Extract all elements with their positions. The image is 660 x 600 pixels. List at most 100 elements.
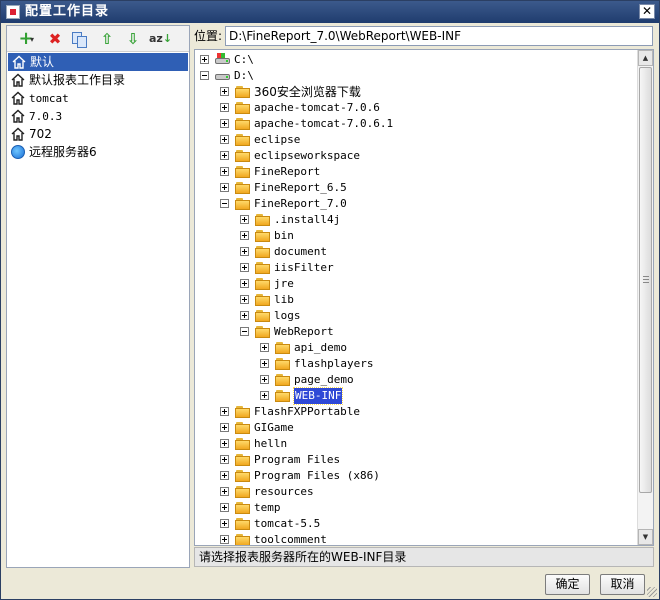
scroll-up-button[interactable]: ▲ bbox=[638, 50, 653, 66]
expand-icon[interactable] bbox=[220, 151, 229, 160]
tree-node[interactable]: 360安全浏览器下载 bbox=[195, 84, 637, 100]
expand-icon[interactable] bbox=[220, 503, 229, 512]
tree-node[interactable]: jre bbox=[195, 276, 637, 292]
collapse-icon[interactable] bbox=[220, 199, 229, 208]
scroll-thumb[interactable] bbox=[639, 67, 652, 493]
expand-icon[interactable] bbox=[240, 279, 249, 288]
tree-node[interactable]: FineReport bbox=[195, 164, 637, 180]
expand-icon[interactable] bbox=[260, 375, 269, 384]
expand-icon[interactable] bbox=[220, 423, 229, 432]
expand-icon[interactable] bbox=[220, 167, 229, 176]
list-item-label: 远程服务器6 bbox=[29, 145, 97, 159]
expand-icon[interactable] bbox=[240, 295, 249, 304]
list-item-tomcat[interactable]: tomcat bbox=[7, 89, 189, 107]
expand-icon[interactable] bbox=[220, 535, 229, 544]
tree-node[interactable]: api_demo bbox=[195, 340, 637, 356]
tree-node[interactable]: eclipse bbox=[195, 132, 637, 148]
tree-node[interactable]: Program Files (x86) bbox=[195, 468, 637, 484]
tree-node[interactable]: C:\ bbox=[195, 52, 637, 68]
tree-node-label: jre bbox=[274, 277, 294, 290]
grip-icon bbox=[643, 276, 649, 283]
list-item-default[interactable]: 默认 bbox=[8, 53, 188, 71]
expand-icon[interactable] bbox=[220, 103, 229, 112]
tree-node[interactable]: helln bbox=[195, 436, 637, 452]
expand-icon[interactable] bbox=[220, 455, 229, 464]
scroll-down-button[interactable]: ▼ bbox=[638, 529, 653, 545]
title-bar[interactable]: 配置工作目录 ✕ bbox=[1, 1, 659, 23]
dropdown-arrow-icon: ▾ bbox=[30, 35, 35, 44]
tree-node-label: bin bbox=[274, 229, 294, 242]
directory-tree[interactable]: C:\ D:\ 360安全浏览器下载 apache-tomcat-7.0.6 apach… bbox=[195, 50, 637, 545]
expand-icon[interactable] bbox=[220, 135, 229, 144]
tree-node[interactable]: apache-tomcat-7.0.6 bbox=[195, 100, 637, 116]
expand-icon[interactable] bbox=[260, 343, 269, 352]
cancel-button[interactable]: 取消 bbox=[600, 574, 645, 595]
tree-node[interactable]: flashplayers bbox=[195, 356, 637, 372]
close-button[interactable]: ✕ bbox=[639, 4, 655, 19]
collapse-icon[interactable] bbox=[200, 71, 209, 80]
tree-node[interactable]: bin bbox=[195, 228, 637, 244]
vertical-scrollbar[interactable]: ▲ ▼ bbox=[637, 50, 653, 545]
tree-node[interactable]: WEB-INF bbox=[195, 387, 637, 405]
dialog-window: 配置工作目录 ✕ + ▾ ✖ ⇧ ⇩ az↓ 默认 默认报表工作目录 tomca… bbox=[0, 0, 660, 600]
move-down-button[interactable]: ⇩ bbox=[123, 29, 143, 49]
expand-icon[interactable] bbox=[220, 87, 229, 96]
collapse-icon[interactable] bbox=[240, 327, 249, 336]
expand-icon[interactable] bbox=[240, 215, 249, 224]
tree-node[interactable]: logs bbox=[195, 308, 637, 324]
move-up-button[interactable]: ⇧ bbox=[97, 29, 117, 49]
list-item-remote-server[interactable]: 远程服务器6 bbox=[7, 143, 189, 161]
ok-button[interactable]: 确定 bbox=[545, 574, 590, 595]
expand-icon[interactable] bbox=[220, 487, 229, 496]
tree-node[interactable]: GIGame bbox=[195, 420, 637, 436]
list-item-label: 7.0.3 bbox=[29, 110, 63, 123]
tree-node[interactable]: eclipseworkspace bbox=[195, 148, 637, 164]
tree-node[interactable]: temp bbox=[195, 500, 637, 516]
expand-icon[interactable] bbox=[220, 439, 229, 448]
tree-node[interactable]: D:\ bbox=[195, 68, 637, 84]
tree-node[interactable]: apache-tomcat-7.0.6.1 bbox=[195, 116, 637, 132]
list-item-default-workdir[interactable]: 默认报表工作目录 bbox=[7, 71, 189, 89]
delete-button[interactable]: ✖ bbox=[45, 29, 65, 49]
list-item-label: 702 bbox=[29, 127, 52, 141]
tree-node[interactable]: tomcat-5.5 bbox=[195, 516, 637, 532]
resize-grip-icon[interactable] bbox=[647, 587, 657, 597]
expand-icon[interactable] bbox=[260, 391, 269, 400]
expand-icon[interactable] bbox=[260, 359, 269, 368]
sort-button[interactable]: az↓ bbox=[149, 29, 172, 49]
home-icon bbox=[11, 91, 25, 105]
tree-node[interactable]: Program Files bbox=[195, 452, 637, 468]
expand-icon[interactable] bbox=[220, 519, 229, 528]
tree-node[interactable]: resources bbox=[195, 484, 637, 500]
tree-node[interactable]: FineReport_6.5 bbox=[195, 180, 637, 196]
expand-icon[interactable] bbox=[240, 231, 249, 240]
copy-button[interactable] bbox=[69, 29, 89, 49]
list-item-label: tomcat bbox=[29, 92, 69, 105]
add-button[interactable]: + ▾ bbox=[13, 29, 39, 49]
list-item-702[interactable]: 702 bbox=[7, 125, 189, 143]
expand-icon[interactable] bbox=[240, 263, 249, 272]
tree-node[interactable]: FlashFXPPortable bbox=[195, 404, 637, 420]
expand-icon[interactable] bbox=[240, 311, 249, 320]
folder-icon bbox=[255, 293, 271, 307]
tree-node-label: logs bbox=[274, 309, 301, 322]
tree-node[interactable]: WebReport bbox=[195, 324, 637, 340]
tree-node[interactable]: FineReport_7.0 bbox=[195, 196, 637, 212]
tree-node[interactable]: .install4j bbox=[195, 212, 637, 228]
location-label: 位置: bbox=[194, 29, 223, 43]
expand-icon[interactable] bbox=[220, 407, 229, 416]
expand-icon[interactable] bbox=[220, 119, 229, 128]
expand-icon[interactable] bbox=[200, 55, 209, 64]
location-field[interactable]: D:\FineReport_7.0\WebReport\WEB-INF bbox=[225, 26, 653, 46]
tree-node[interactable]: document bbox=[195, 244, 637, 260]
arrow-down-icon: ⇩ bbox=[126, 30, 140, 48]
tree-node-label: temp bbox=[254, 501, 281, 514]
tree-node[interactable]: iisFilter bbox=[195, 260, 637, 276]
tree-node[interactable]: toolcomment bbox=[195, 532, 637, 545]
tree-node[interactable]: page_demo bbox=[195, 372, 637, 388]
expand-icon[interactable] bbox=[220, 183, 229, 192]
tree-node[interactable]: lib bbox=[195, 292, 637, 308]
expand-icon[interactable] bbox=[240, 247, 249, 256]
list-item-703[interactable]: 7.0.3 bbox=[7, 107, 189, 125]
expand-icon[interactable] bbox=[220, 471, 229, 480]
